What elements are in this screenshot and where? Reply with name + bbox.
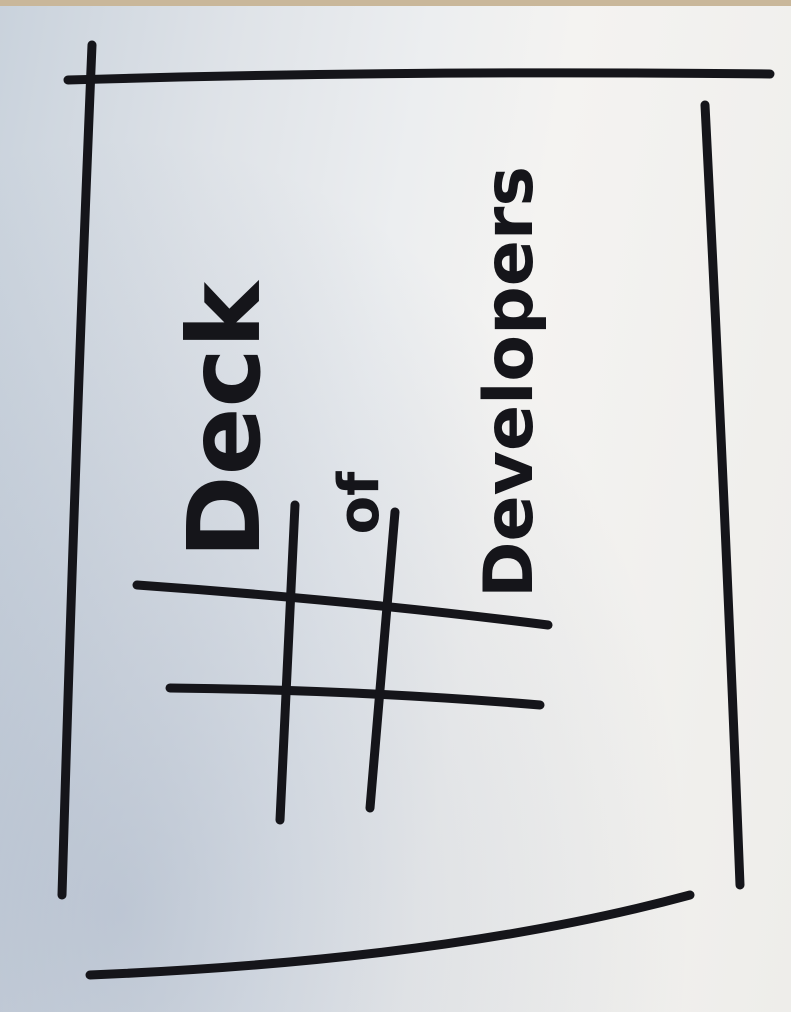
title-of: of [327, 471, 392, 535]
frame-right-line [700, 100, 745, 890]
frame-left-line [57, 40, 97, 900]
title-deck: Deck [166, 281, 283, 559]
sketch-drawing [57, 40, 775, 980]
title-developers: Developers [470, 166, 549, 598]
hashtag-vertical-2 [365, 507, 400, 813]
frame-top-line [63, 68, 775, 85]
hashtag-horizontal-2 [165, 683, 545, 710]
frame-bottom-line [85, 890, 695, 980]
